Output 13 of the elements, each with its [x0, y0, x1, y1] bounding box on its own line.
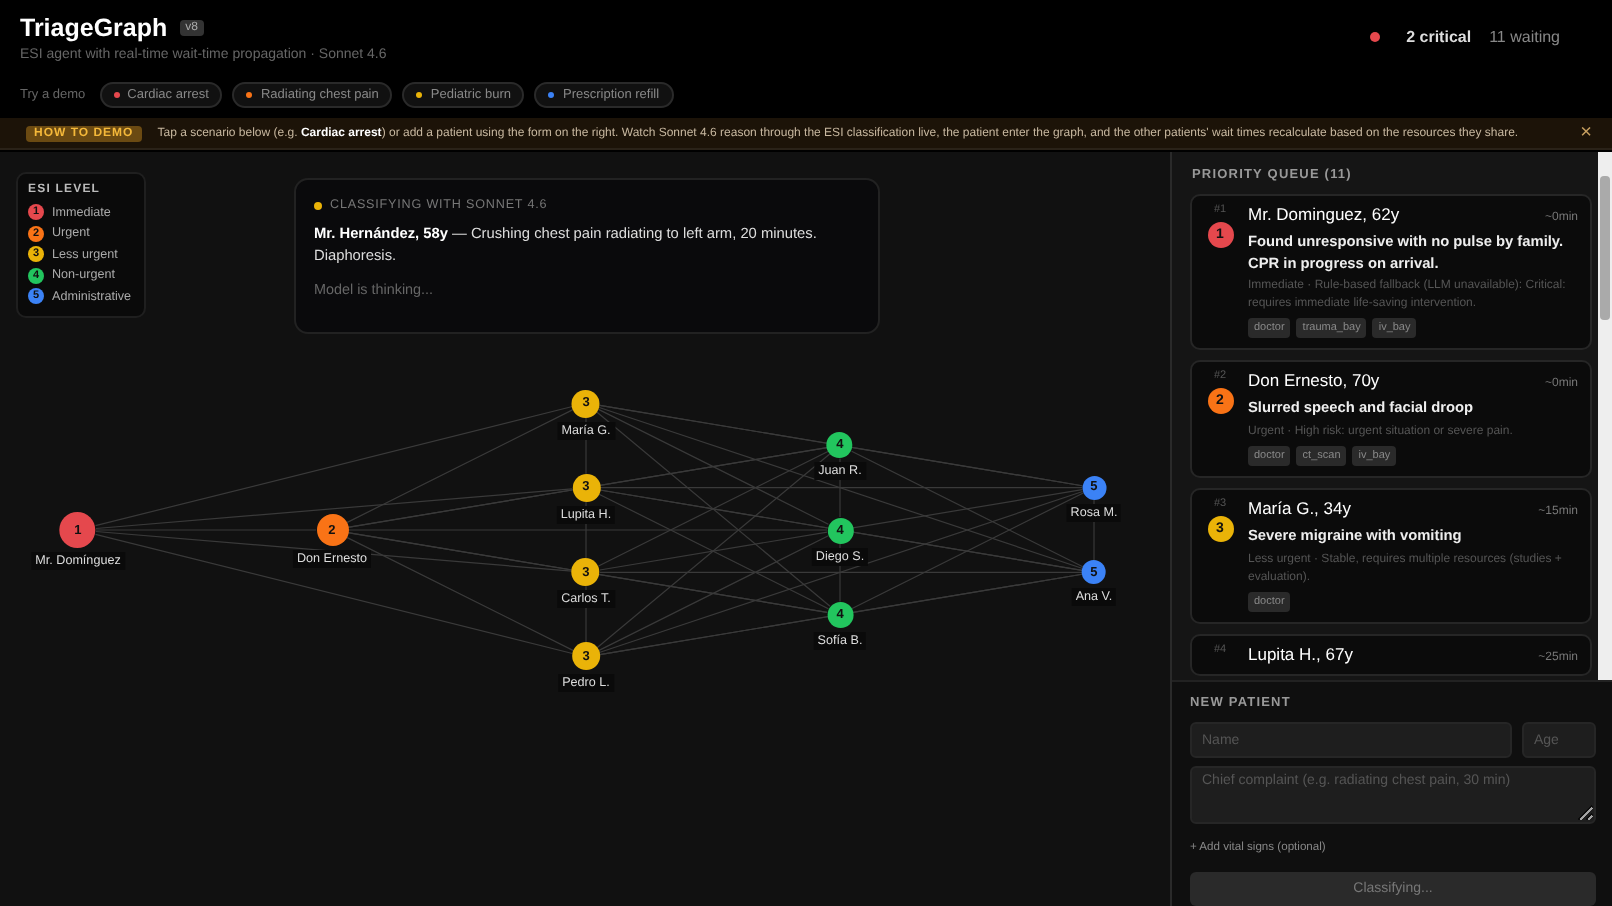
scrollbar-thumb[interactable]	[1600, 176, 1610, 320]
close-button[interactable]: ×	[1580, 123, 1592, 143]
patient-name: Mr. Dominguez, 62y	[1248, 204, 1400, 224]
patient-card[interactable]	[1190, 194, 1592, 351]
patient-name: Lupita H., 67y	[1248, 643, 1353, 664]
app-title: TriageGraph	[20, 14, 168, 42]
critical-count: 2 critical	[1406, 28, 1472, 46]
status-dot-icon	[1370, 32, 1381, 42]
status-dot-icon	[314, 201, 322, 209]
patient-name: María G., 34y	[1248, 498, 1351, 519]
waiting-count: 11 waiting	[1489, 28, 1560, 46]
scrollbar[interactable]	[1598, 152, 1612, 680]
patient-name: Don Ernesto, 70y	[1248, 370, 1380, 391]
